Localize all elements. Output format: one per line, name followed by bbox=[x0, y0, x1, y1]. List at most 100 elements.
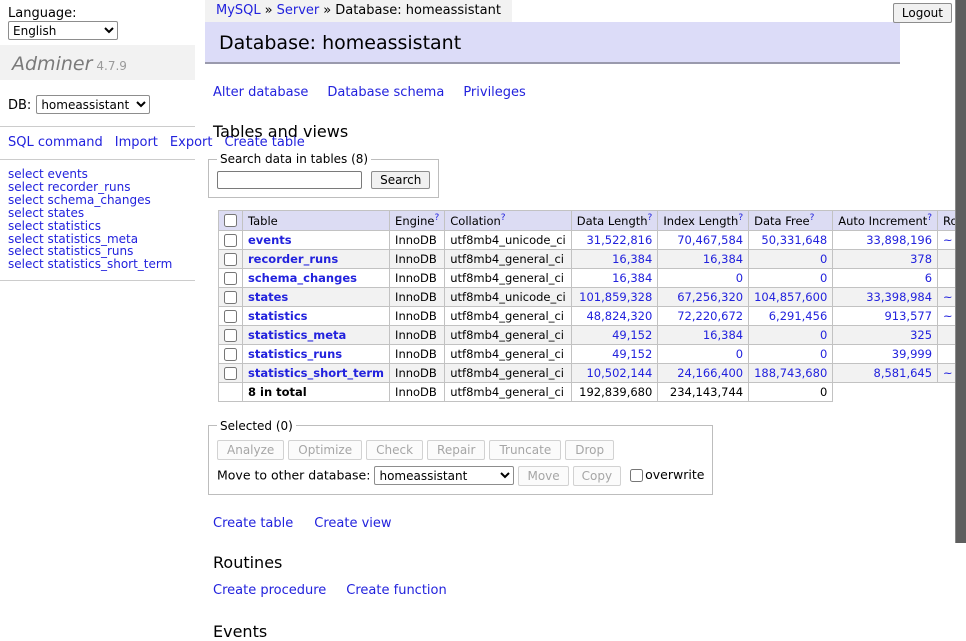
table-name-link[interactable]: statistics bbox=[248, 309, 308, 323]
data-free-link[interactable]: 188,743,680 bbox=[754, 366, 827, 380]
selected-action-button[interactable]: Truncate bbox=[489, 440, 561, 460]
data-free-link[interactable]: 50,331,648 bbox=[754, 233, 827, 247]
breadcrumb-mysql-link[interactable]: MySQL bbox=[216, 3, 261, 18]
overwrite-checkbox[interactable] bbox=[630, 469, 643, 482]
table-name-link[interactable]: recorder_runs bbox=[248, 252, 338, 266]
row-checkbox[interactable] bbox=[224, 253, 237, 266]
select-all-checkbox[interactable] bbox=[224, 214, 237, 227]
row-checkbox[interactable] bbox=[224, 329, 237, 342]
data-free-link[interactable]: 0 bbox=[754, 347, 827, 361]
sidebar-table-link[interactable]: select statistics_runs bbox=[8, 244, 133, 258]
selected-action-button[interactable]: Check bbox=[366, 440, 423, 460]
selected-action-button[interactable]: Repair bbox=[427, 440, 485, 460]
auto-increment-link[interactable]: 33,898,196 bbox=[838, 233, 932, 247]
selected-action-button[interactable]: Drop bbox=[565, 440, 614, 460]
auto-increment-link[interactable]: 33,398,984 bbox=[838, 290, 932, 304]
row-checkbox[interactable] bbox=[224, 234, 237, 247]
sidebar-table-link[interactable]: select states bbox=[8, 206, 84, 220]
data-free-link[interactable]: 6,291,456 bbox=[754, 309, 827, 323]
db-select[interactable]: homeassistant bbox=[36, 95, 150, 114]
routine-create-link[interactable]: Create function bbox=[346, 583, 446, 598]
data-length-link[interactable]: 101,859,328 bbox=[577, 290, 653, 304]
move-db-select[interactable]: homeassistant bbox=[374, 466, 514, 485]
index-length-link[interactable]: 70,467,584 bbox=[663, 233, 743, 247]
language-row: Language:English bbox=[0, 0, 195, 45]
table-name-link[interactable]: statistics_runs bbox=[248, 347, 342, 361]
auto-increment-link[interactable]: 325 bbox=[838, 328, 932, 342]
db-selector-row: DB:homeassistant bbox=[8, 95, 187, 114]
create-link[interactable]: Create view bbox=[314, 516, 391, 531]
database-action-link[interactable]: Privileges bbox=[463, 85, 526, 100]
selected-action-button[interactable]: Analyze bbox=[217, 440, 284, 460]
table-name-link[interactable]: events bbox=[248, 233, 292, 247]
auto-increment-link[interactable]: 378 bbox=[838, 252, 932, 266]
selected-action-button[interactable]: Optimize bbox=[288, 440, 362, 460]
database-action-link[interactable]: Alter database bbox=[213, 85, 308, 100]
column-header: Table bbox=[243, 211, 390, 231]
sidebar-table-link[interactable]: select events bbox=[8, 167, 88, 181]
search-button[interactable]: Search bbox=[371, 171, 430, 189]
index-length-link[interactable]: 72,220,672 bbox=[663, 309, 743, 323]
table-name-link[interactable]: schema_changes bbox=[248, 271, 357, 285]
help-link[interactable]: ? bbox=[810, 213, 815, 223]
sidebar-table-link[interactable]: select statistics_meta bbox=[8, 232, 138, 246]
help-link[interactable]: ? bbox=[501, 213, 506, 223]
sidebar-table-link[interactable]: select recorder_runs bbox=[8, 180, 131, 194]
breadcrumb-server-link[interactable]: Server bbox=[277, 3, 320, 18]
help-link[interactable]: ? bbox=[434, 213, 439, 223]
data-length-link[interactable]: 31,522,816 bbox=[577, 233, 653, 247]
auto-increment-link[interactable]: 39,999 bbox=[838, 347, 932, 361]
help-link[interactable]: ? bbox=[648, 213, 653, 223]
database-action-link[interactable]: Database schema bbox=[327, 85, 444, 100]
adminer-app: Language:English Adminer4.7.9 DB:homeass… bbox=[0, 0, 966, 543]
row-checkbox[interactable] bbox=[224, 272, 237, 285]
data-free-link[interactable]: 0 bbox=[754, 252, 827, 266]
auto-increment-link[interactable]: 6 bbox=[838, 271, 932, 285]
data-free-link[interactable]: 104,857,600 bbox=[754, 290, 827, 304]
index-length-link[interactable]: 16,384 bbox=[663, 252, 743, 266]
overwrite-label[interactable]: overwrite bbox=[645, 467, 704, 482]
logout-button[interactable]: Logout bbox=[893, 3, 952, 23]
create-link[interactable]: Create table bbox=[213, 516, 293, 531]
sidebar-action-link[interactable]: Import bbox=[115, 135, 158, 150]
help-link[interactable]: ? bbox=[927, 213, 932, 223]
row-checkbox[interactable] bbox=[224, 367, 237, 380]
table-name-link[interactable]: states bbox=[248, 290, 288, 304]
index-length-link[interactable]: 24,166,400 bbox=[663, 366, 743, 380]
copy-button[interactable]: Copy bbox=[573, 466, 621, 486]
row-checkbox[interactable] bbox=[224, 310, 237, 323]
sidebar-action-link[interactable]: SQL command bbox=[8, 135, 103, 150]
index-length-link[interactable]: 67,256,320 bbox=[663, 290, 743, 304]
data-free-link[interactable]: 0 bbox=[754, 328, 827, 342]
row-checkbox[interactable] bbox=[224, 291, 237, 304]
total-index-length-cell: 234,143,744 bbox=[658, 382, 749, 401]
data-length-link[interactable]: 16,384 bbox=[577, 252, 653, 266]
data-length-link[interactable]: 49,152 bbox=[577, 347, 653, 361]
index-length-link[interactable]: 0 bbox=[663, 271, 743, 285]
app-logo[interactable]: Adminer bbox=[12, 53, 92, 75]
data-length-link[interactable]: 49,152 bbox=[577, 328, 653, 342]
index-length-link[interactable]: 16,384 bbox=[663, 328, 743, 342]
help-link[interactable]: ? bbox=[738, 213, 743, 223]
data-length-cell: 49,152 bbox=[571, 344, 658, 363]
index-length-link[interactable]: 0 bbox=[663, 347, 743, 361]
sidebar-table-link[interactable]: select statistics bbox=[8, 219, 101, 233]
search-input[interactable] bbox=[217, 171, 362, 189]
data-length-link[interactable]: 10,502,144 bbox=[577, 366, 653, 380]
auto-increment-link[interactable]: 913,577 bbox=[838, 309, 932, 323]
language-select[interactable]: English bbox=[8, 21, 118, 40]
vertical-scrollbar[interactable] bbox=[955, 0, 966, 543]
row-checkbox[interactable] bbox=[224, 348, 237, 361]
table-name-link[interactable]: statistics_meta bbox=[248, 328, 346, 342]
move-button[interactable]: Move bbox=[518, 466, 568, 486]
sidebar-table-link[interactable]: select statistics_short_term bbox=[8, 257, 172, 271]
table-name-link[interactable]: statistics_short_term bbox=[248, 366, 384, 380]
row-checkbox-cell bbox=[219, 287, 243, 306]
data-length-link[interactable]: 48,824,320 bbox=[577, 309, 653, 323]
auto-increment-link[interactable]: 8,581,645 bbox=[838, 366, 932, 380]
sidebar-table-link[interactable]: select schema_changes bbox=[8, 193, 151, 207]
sidebar-divider bbox=[0, 159, 195, 160]
data-length-link[interactable]: 16,384 bbox=[577, 271, 653, 285]
routine-create-link[interactable]: Create procedure bbox=[213, 583, 326, 598]
data-free-link[interactable]: 0 bbox=[754, 271, 827, 285]
